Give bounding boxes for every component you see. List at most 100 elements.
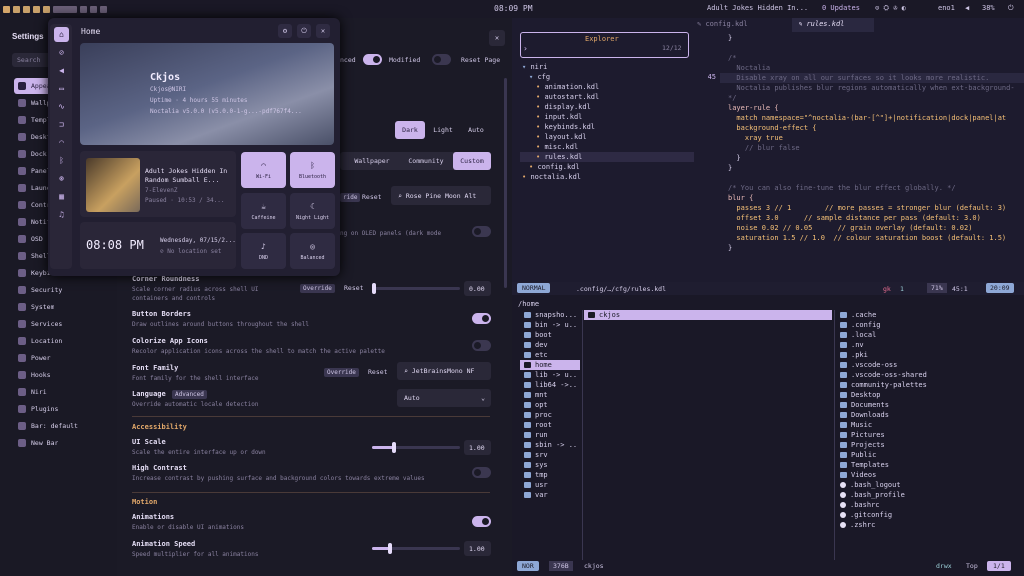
updates-indicator[interactable]: 0 Updates: [822, 4, 860, 12]
corner-reset-button[interactable]: Reset: [344, 284, 364, 292]
sidebar-item-system[interactable]: System: [18, 303, 54, 311]
high-contrast-toggle[interactable]: [472, 467, 491, 478]
code-line[interactable]: }: [728, 153, 1024, 163]
code-line[interactable]: passes 3 // 1 // more passes = stronger …: [728, 203, 1024, 213]
calendar-icon[interactable]: ▦: [54, 189, 69, 204]
fm-entry[interactable]: proc: [524, 411, 582, 419]
tree-folder[interactable]: ▾ cfg: [529, 73, 550, 81]
fm-entry[interactable]: .config: [840, 321, 1020, 329]
fm-entry[interactable]: Pictures: [840, 431, 1020, 439]
network-icon[interactable]: ⊛: [54, 171, 69, 186]
fm-entry[interactable]: bin -> u..: [524, 321, 582, 329]
fm-entry[interactable]: opt: [524, 401, 582, 409]
palette-reset-button[interactable]: Reset: [362, 193, 382, 201]
code-line[interactable]: offset 3.0 // sample distance per pass (…: [728, 213, 1024, 223]
workspace-indicator[interactable]: [23, 5, 30, 13]
advanced-toggle[interactable]: [363, 54, 382, 65]
fm-entry[interactable]: community-palettes: [840, 381, 1020, 389]
tile-dnd[interactable]: ♪ DND: [241, 233, 286, 269]
fm-entry[interactable]: .gitconfig: [840, 511, 1020, 519]
tree-file[interactable]: • keybinds.kdl: [536, 123, 595, 131]
sidebar-item-niri[interactable]: Niri: [18, 388, 47, 396]
settings-scrollbar[interactable]: [504, 78, 507, 288]
sidebar-item-dock[interactable]: Dock: [18, 150, 47, 158]
fm-entry[interactable]: lib64 ->..: [524, 381, 582, 389]
code-line[interactable]: /*: [728, 53, 1024, 63]
fm-entry[interactable]: .bashrc: [840, 501, 1020, 509]
code-line[interactable]: match namespace="^noctalia-(bar-[^"]+|no…: [728, 113, 1024, 123]
display-icon[interactable]: ▭: [54, 81, 69, 96]
workspace-indicator[interactable]: [53, 5, 77, 13]
search-input[interactable]: Search: [12, 53, 52, 67]
code-line[interactable]: blur {: [728, 193, 1024, 203]
fm-entry[interactable]: sbin -> ..: [524, 441, 582, 449]
tray-icons[interactable]: ⊙ ⛭ ✇ ◐: [875, 4, 906, 13]
fm-entry[interactable]: .vscode-oss-shared: [840, 371, 1020, 379]
tree-file[interactable]: • autostart.kdl: [536, 93, 599, 101]
tab-custom[interactable]: Custom: [453, 152, 491, 170]
network-label[interactable]: eno1: [938, 4, 955, 12]
workspace-indicator[interactable]: [100, 5, 107, 13]
sidebar-item-hooks[interactable]: Hooks: [18, 371, 51, 379]
code-line[interactable]: }: [728, 33, 1024, 43]
fm-entry[interactable]: Projects: [840, 441, 1020, 449]
mode-light-button[interactable]: Light: [428, 121, 458, 139]
fm-entry[interactable]: .zshrc: [840, 521, 1020, 529]
tab-config[interactable]: ✎ config.kdl: [697, 20, 748, 28]
sidebar-item-services[interactable]: Services: [18, 320, 62, 328]
tab-community[interactable]: Community: [400, 152, 452, 170]
fm-entry[interactable]: Videos: [840, 471, 1020, 479]
fm-entry[interactable]: sys: [524, 461, 582, 469]
code-line[interactable]: background-effect {: [728, 123, 1024, 133]
fm-entry[interactable]: boot: [524, 331, 582, 339]
tile-night-light[interactable]: ☾ Night Light: [290, 193, 335, 229]
bell-icon[interactable]: ♫: [54, 207, 69, 222]
font-family-select[interactable]: ⌕ JetBrainsMono NF: [397, 362, 491, 380]
corner-value[interactable]: 0.00: [464, 281, 491, 296]
tree-file[interactable]: • layout.kdl: [536, 133, 587, 141]
workspace-indicator[interactable]: [90, 5, 97, 13]
fm-entry[interactable]: run: [524, 431, 582, 439]
tab-wallpaper[interactable]: Wallpaper: [347, 152, 397, 170]
sidebar-item-shell[interactable]: Shell: [18, 252, 51, 260]
gear-icon[interactable]: ⚙: [278, 24, 292, 38]
window-title[interactable]: Adult Jokes Hidden In...: [707, 4, 808, 12]
workspace-indicator[interactable]: [33, 5, 40, 13]
font-reset-button[interactable]: Reset: [368, 368, 388, 376]
tile-wi-fi[interactable]: ◠ Wi-Fi: [241, 152, 286, 188]
tile-balanced[interactable]: ◎ Balanced: [290, 233, 335, 269]
slider-knob[interactable]: [392, 442, 396, 453]
fm-entry[interactable]: .bash_profile: [840, 491, 1020, 499]
fm-entry[interactable]: .nv: [840, 341, 1020, 349]
volume-icon[interactable]: ◀: [965, 4, 969, 12]
wifi-icon[interactable]: ◠: [54, 135, 69, 150]
fm-entry[interactable]: usr: [524, 481, 582, 489]
code-line[interactable]: xray true: [728, 133, 1024, 143]
fm-entry[interactable]: tmp: [524, 471, 582, 479]
code-line[interactable]: Noctalia: [728, 63, 1024, 73]
workspace-indicator[interactable]: [3, 5, 10, 13]
reset-page-button[interactable]: Reset Page: [461, 56, 500, 64]
fm-entry[interactable]: Downloads: [840, 411, 1020, 419]
tab-rules[interactable]: ✎ rules.kdl: [798, 20, 844, 28]
sidebar-item-new-bar[interactable]: New Bar: [18, 439, 58, 447]
battery-label[interactable]: 38%: [982, 4, 995, 12]
link-icon[interactable]: ⊘: [54, 45, 69, 60]
fm-entry[interactable]: .vscode-oss: [840, 361, 1020, 369]
ui-scale-value[interactable]: 1.00: [464, 440, 491, 455]
code-line[interactable]: Noctalia publishes blur regions automati…: [728, 83, 1024, 93]
oled-toggle[interactable]: [472, 226, 491, 237]
sidebar-item-bar-default[interactable]: Bar: default: [18, 422, 78, 430]
tile-caffeine[interactable]: ☕ Caffeine: [241, 193, 286, 229]
fm-entry[interactable]: snapsho...: [524, 311, 582, 319]
tree-file[interactable]: • misc.kdl: [536, 143, 578, 151]
mode-auto-button[interactable]: Auto: [461, 121, 491, 139]
power-icon[interactable]: ⏻: [1008, 4, 1014, 13]
corner-slider[interactable]: [372, 283, 460, 294]
code-line[interactable]: // blur false: [728, 143, 1024, 153]
fm-entry[interactable]: .cache: [840, 311, 1020, 319]
fm-entry[interactable]: home: [524, 361, 582, 369]
power-icon[interactable]: ⏻: [297, 24, 311, 38]
fm-entry[interactable]: Documents: [840, 401, 1020, 409]
button-borders-toggle[interactable]: [472, 313, 491, 324]
